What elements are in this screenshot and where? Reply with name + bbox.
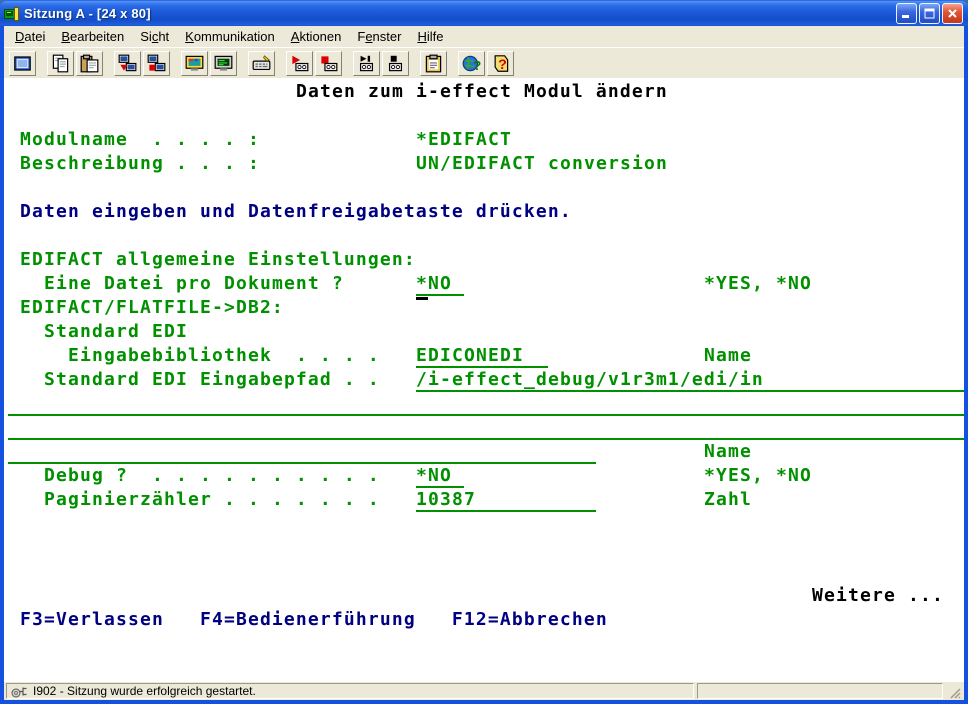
paste-icon[interactable] bbox=[76, 51, 103, 76]
function-key-legend: F3=Verlassen F4=Bedienerführung F12=Abbr… bbox=[20, 610, 608, 629]
beschreibung-value: UN/EDIFACT conversion bbox=[416, 154, 668, 173]
status-message-panel: I902 - Sitzung wurde erfolgreich gestart… bbox=[6, 683, 694, 699]
field-paginier-input[interactable]: 10387 bbox=[416, 490, 596, 512]
field-datei-label: Eine Datei pro Dokument ? bbox=[44, 274, 344, 293]
color-mapping-icon[interactable] bbox=[210, 51, 237, 76]
send-file-icon[interactable] bbox=[114, 51, 141, 76]
field-debug-input[interactable]: *NO bbox=[416, 466, 464, 488]
copy-icon[interactable] bbox=[47, 51, 74, 76]
quit-macro-icon[interactable] bbox=[382, 51, 409, 76]
play-macro-icon[interactable] bbox=[353, 51, 380, 76]
keyboard-setup-icon[interactable] bbox=[248, 51, 275, 76]
receive-file-icon[interactable] bbox=[143, 51, 170, 76]
section-standard-edi: Standard EDI bbox=[44, 322, 188, 341]
session-app-icon[interactable] bbox=[4, 6, 20, 22]
clipboard-icon[interactable] bbox=[420, 51, 447, 76]
field-bibliothek-hint: Name bbox=[704, 346, 752, 365]
web-support-icon[interactable]: ? bbox=[458, 51, 485, 76]
svg-text:?: ? bbox=[498, 56, 507, 72]
menu-item-hilfe[interactable]: Hilfe bbox=[409, 27, 451, 47]
window-title: Sitzung A - [24 x 80] bbox=[24, 6, 894, 21]
field-pfad-label: Standard EDI Eingabepfad . . bbox=[44, 370, 380, 389]
resize-grip[interactable] bbox=[946, 683, 961, 699]
field-pfad-continuation-1[interactable] bbox=[8, 394, 964, 416]
modulname-label: Modulname . . . . : bbox=[20, 130, 260, 149]
section-allgemein: EDIFACT allgemeine Einstellungen: bbox=[20, 250, 416, 269]
connection-icon bbox=[11, 685, 29, 698]
screen-title: Daten zum i-effect Modul ändern bbox=[296, 82, 668, 101]
menu-item-sicht[interactable]: Sicht bbox=[132, 27, 177, 47]
menu-item-fenster[interactable]: Fenster bbox=[349, 27, 409, 47]
help-icon[interactable]: ? bbox=[487, 51, 514, 76]
menu-item-kommunikation[interactable]: Kommunikation bbox=[177, 27, 283, 47]
display-setup-icon[interactable] bbox=[181, 51, 208, 76]
text-cursor bbox=[416, 297, 428, 300]
modulname-value: *EDIFACT bbox=[416, 130, 512, 149]
statusbar: I902 - Sitzung wurde erfolgreich gestart… bbox=[4, 682, 964, 700]
menubar: DateiBearbeitenSichtKommunikationAktione… bbox=[4, 26, 964, 47]
field-debug-hint: *YES, *NO bbox=[704, 466, 812, 485]
more-indicator: Weitere ... bbox=[812, 586, 944, 605]
toolbar: ? ? bbox=[4, 47, 964, 78]
minimize-button[interactable] bbox=[896, 3, 917, 24]
record-macro-icon[interactable] bbox=[286, 51, 313, 76]
stop-record-icon[interactable] bbox=[315, 51, 342, 76]
hint-name-2: Name bbox=[704, 442, 752, 461]
field-continuation-3[interactable] bbox=[8, 442, 596, 464]
field-paginier-label: Paginierzähler . . . . . . . bbox=[44, 490, 380, 509]
menu-item-aktionen[interactable]: Aktionen bbox=[283, 27, 350, 47]
maximize-button[interactable] bbox=[919, 3, 940, 24]
svg-text:?: ? bbox=[473, 58, 481, 73]
field-paginier-hint: Zahl bbox=[704, 490, 752, 509]
terminal-screen[interactable]: Daten zum i-effect Modul ändern Modulnam… bbox=[4, 78, 964, 682]
menu-item-bearbeiten[interactable]: Bearbeiten bbox=[53, 27, 132, 47]
field-bibliothek-label: Eingabebibliothek . . . . bbox=[68, 346, 380, 365]
status-message: I902 - Sitzung wurde erfolgreich gestart… bbox=[33, 684, 256, 698]
field-continuation-2[interactable] bbox=[8, 418, 964, 440]
titlebar: Sitzung A - [24 x 80] bbox=[0, 0, 968, 26]
window-body: DateiBearbeitenSichtKommunikationAktione… bbox=[0, 26, 968, 704]
status-secondary-panel bbox=[697, 683, 943, 699]
instruction-text: Daten eingeben und Datenfreigabetaste dr… bbox=[20, 202, 572, 221]
session-window: Sitzung A - [24 x 80] DateiBearbeitenSic… bbox=[0, 0, 968, 704]
field-pfad-input[interactable]: /i-effect_debug/v1r3m1/edi/in bbox=[416, 370, 964, 392]
field-bibliothek-input[interactable]: EDICONEDI bbox=[416, 346, 548, 368]
beschreibung-label: Beschreibung . . . : bbox=[20, 154, 260, 173]
section-flatfile: EDIFACT/FLATFILE->DB2: bbox=[20, 298, 284, 317]
field-debug-label: Debug ? . . . . . . . . . . bbox=[44, 466, 380, 485]
session-window-icon[interactable] bbox=[9, 51, 36, 76]
close-button[interactable] bbox=[942, 3, 963, 24]
field-datei-hint: *YES, *NO bbox=[704, 274, 812, 293]
field-datei-input[interactable]: *NO bbox=[416, 274, 464, 296]
menu-item-datei[interactable]: Datei bbox=[7, 27, 53, 47]
